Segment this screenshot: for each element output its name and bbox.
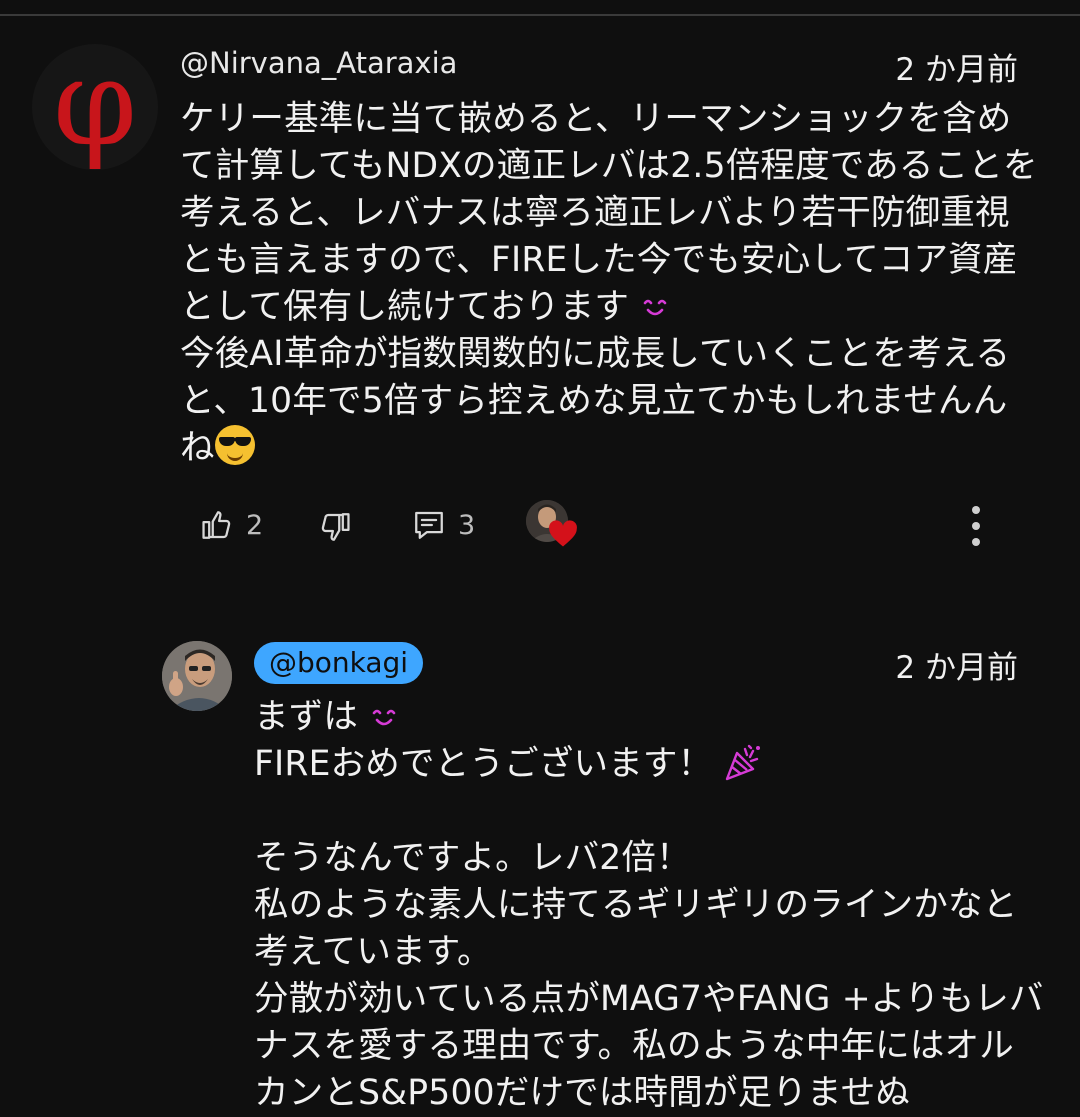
comment-paragraph: 今後AI革命が指数関数的に成長していくことを考えると、10年で5倍すら控えめな見… <box>180 331 1040 472</box>
sunglasses-face-icon <box>214 425 255 465</box>
thumb-down-icon <box>321 513 350 541</box>
top-divider <box>0 14 1080 16</box>
heart-icon <box>549 520 577 547</box>
phi-logo: φ <box>52 44 138 170</box>
smiling-face-icon <box>643 299 667 316</box>
smiling-face-icon <box>372 709 396 726</box>
reply-text: 分散が効いている点がMAG7やFANG +よりもレバナスを愛する理由です。私のよ… <box>254 979 1044 1113</box>
comment-paragraph: ケリー基準に当て嵌めると、リーマンショックを含めて計算してもNDXの適正レバは2… <box>180 96 1040 331</box>
reply-author-avatar[interactable] <box>162 641 232 711</box>
reply-body: まずは FIREおめでとうございます！ そうなんですよ。レバ2倍！ 私のような素… <box>254 694 1044 1117</box>
comment-body: ケリー基準に当て嵌めると、リーマンショックを含めて計算してもNDXの適正レバは2… <box>180 96 1040 472</box>
reply-text: まずは <box>254 697 359 737</box>
comment-timestamp: 2 か月前 <box>895 52 1018 88</box>
comment-text: 今後AI革命が指数関数的に成長していくことを考えると、10年で5倍すら控えめな見… <box>180 334 1011 468</box>
comment-author[interactable]: @Nirvana_Ataraxia <box>180 46 457 80</box>
reply-text: そうなんですよ。レバ2倍！ <box>254 838 691 878</box>
more-vert-icon <box>972 506 980 546</box>
like-button[interactable]: 2 <box>200 508 263 542</box>
reply-count: 3 <box>458 509 476 541</box>
reply-timestamp: 2 か月前 <box>895 650 1018 686</box>
reply-author-handle[interactable]: @bonkagi <box>254 642 424 684</box>
thumb-up-icon <box>202 511 231 539</box>
reply-button[interactable]: 3 <box>412 508 475 542</box>
dislike-button[interactable] <box>318 510 352 544</box>
party-popper-icon <box>726 744 761 781</box>
more-options-button[interactable] <box>970 504 982 552</box>
comment-text: ケリー基準に当て嵌めると、リーマンショックを含めて計算してもNDXの適正レバは2… <box>180 99 1038 327</box>
comment-actions: 2 3 <box>200 500 1020 552</box>
like-count: 2 <box>246 509 264 541</box>
creator-heart <box>526 500 582 556</box>
reply-text: 私のような素人に持てるギリギリのラインかなと考えています。 <box>254 885 1018 972</box>
comment-icon <box>415 511 443 539</box>
reply-text: FIREおめでとうございます！ <box>254 744 713 784</box>
author-avatar[interactable]: φ <box>32 44 158 170</box>
